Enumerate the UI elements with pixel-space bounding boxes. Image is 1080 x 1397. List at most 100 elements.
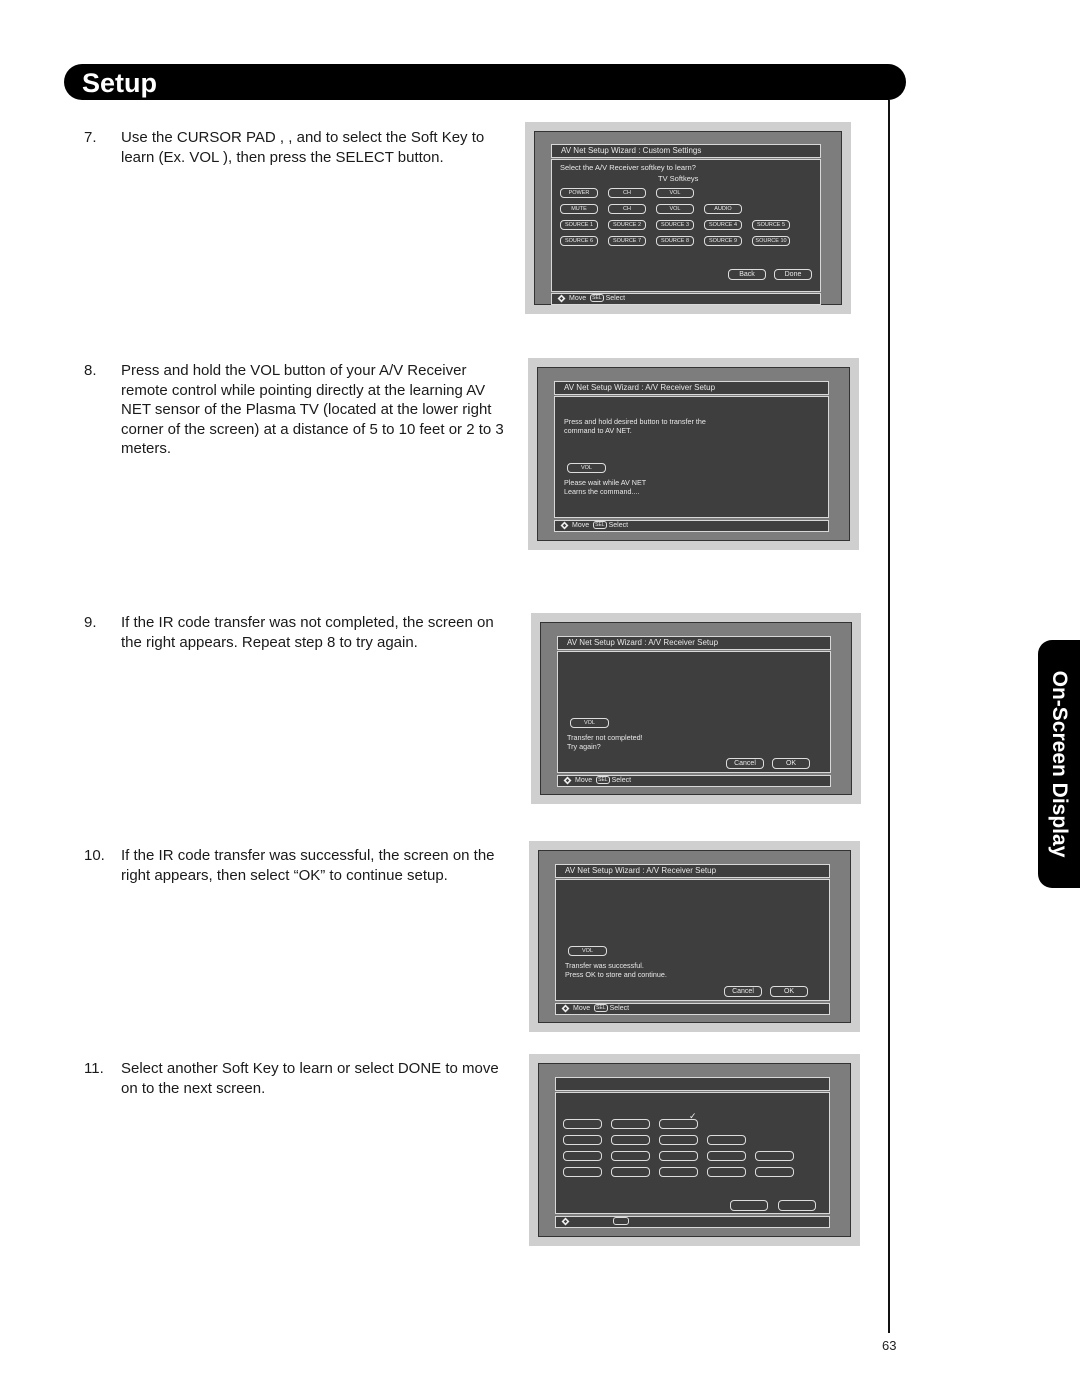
tv-screen: AV Net Setup Wizard : A/V Receiver Setup… (537, 367, 850, 541)
message-line-1: Transfer not completed! (567, 733, 643, 742)
softkey-source-4[interactable]: SOURCE 4 (704, 220, 742, 230)
step-text: If the IR code transfer was successful, … (121, 847, 495, 884)
step-number: 11. (84, 1060, 104, 1077)
sel-icon (613, 1217, 629, 1226)
cancel-button[interactable]: Cancel (724, 986, 762, 997)
sel-icon: SEL (593, 521, 607, 530)
section-title: Setup (82, 68, 158, 98)
softkey[interactable] (755, 1151, 794, 1161)
back-button[interactable]: Back (728, 269, 766, 280)
step-text: Select another Soft Key to learn or sele… (121, 1060, 499, 1097)
side-tab-label: On-Screen Display (1048, 670, 1071, 858)
step-8: 8. Press and hold the VOL button of your … (84, 361, 514, 459)
screenshot-learning: AV Net Setup Wizard : A/V Receiver Setup… (528, 358, 859, 550)
step-number: 9. (84, 614, 97, 631)
softkey[interactable] (563, 1151, 602, 1161)
softkey-source-3[interactable]: SOURCE 3 (656, 220, 694, 230)
softkey[interactable] (563, 1167, 602, 1177)
step-7: 7. Use the CURSOR PAD , , and to select t… (84, 128, 514, 167)
cancel-button[interactable]: Cancel (726, 758, 764, 769)
move-hint: Move (572, 522, 590, 529)
checkmark-icon: ✓ (689, 1111, 697, 1121)
osd-title: AV Net Setup Wizard : A/V Receiver Setup (555, 864, 830, 878)
select-hint: Select (608, 522, 629, 529)
ok-button[interactable]: OK (770, 986, 808, 997)
done-button[interactable]: Done (774, 269, 812, 280)
dpad-icon (557, 294, 566, 303)
softkey[interactable] (707, 1135, 746, 1145)
message-line-2: Try again? (567, 742, 601, 751)
softkey-source-10[interactable]: SOURCE 10 (752, 236, 790, 246)
osd-footer: Move SEL Select (554, 520, 829, 532)
dpad-icon (560, 521, 569, 530)
select-hint: Select (611, 777, 632, 784)
softkey[interactable] (611, 1119, 650, 1129)
softkey[interactable] (563, 1135, 602, 1145)
done-button[interactable] (778, 1200, 816, 1211)
softkey-source-5[interactable]: SOURCE 5 (752, 220, 790, 230)
softkey-power[interactable]: POWER (560, 188, 598, 198)
osd-footer: Move SEL Select (555, 1003, 830, 1015)
screenshot-transfer-success: AV Net Setup Wizard : A/V Receiver Setup… (529, 841, 860, 1032)
osd-body: Select the A/V Receiver softkey to learn… (551, 159, 821, 292)
screenshot-softkey-learned: ✓ (529, 1054, 860, 1246)
softkey-ch-down[interactable]: CH (608, 204, 646, 214)
osd-title: AV Net Setup Wizard : A/V Receiver Setup (554, 381, 829, 395)
ok-button[interactable]: OK (772, 758, 810, 769)
osd-title: AV Net Setup Wizard : A/V Receiver Setup (557, 636, 831, 650)
step-9: 9. If the IR code transfer was not comple… (84, 613, 514, 652)
softkey[interactable] (563, 1119, 602, 1129)
osd-footer (555, 1216, 830, 1228)
softkey[interactable] (611, 1151, 650, 1161)
softkey-vol-up[interactable]: VOL (656, 188, 694, 198)
step-text: Press and hold the VOL button of your A/… (121, 362, 504, 457)
select-hint: Select (605, 295, 626, 302)
softkey-source-9[interactable]: SOURCE 9 (704, 236, 742, 246)
message-line-1: Transfer was successful. (565, 961, 644, 970)
dpad-icon (563, 776, 572, 785)
softkey[interactable] (659, 1151, 698, 1161)
softkey[interactable] (707, 1167, 746, 1177)
softkey-ch-up[interactable]: CH (608, 188, 646, 198)
move-hint: Move (573, 1005, 591, 1012)
step-number: 10. (84, 847, 105, 864)
softkey[interactable] (755, 1167, 794, 1177)
softkey-source-8[interactable]: SOURCE 8 (656, 236, 694, 246)
instruction-line-1: Press and hold desired button to transfe… (564, 417, 706, 426)
tv-screen: AV Net Setup Wizard : A/V Receiver Setup… (540, 622, 852, 795)
softkey-source-7[interactable]: SOURCE 7 (608, 236, 646, 246)
osd-body: VOL Transfer was successful. Press OK to… (555, 879, 830, 1001)
section-header: Setup (64, 64, 906, 100)
sel-icon: SEL (596, 776, 610, 785)
dpad-icon (561, 1004, 570, 1013)
osd-title (555, 1077, 830, 1091)
back-button[interactable] (730, 1200, 768, 1211)
step-number: 8. (84, 362, 97, 379)
message-line-2: Press OK to store and continue. (565, 970, 667, 979)
softkey-source-2[interactable]: SOURCE 2 (608, 220, 646, 230)
step-10: 10. If the IR code transfer was successfu… (84, 846, 514, 885)
vol-key: VOL (567, 463, 606, 473)
softkey-mute[interactable]: MUTE (560, 204, 598, 214)
softkey[interactable] (659, 1167, 698, 1177)
osd-title: AV Net Setup Wizard : Custom Settings (551, 144, 821, 158)
move-hint: Move (569, 295, 587, 302)
dpad-icon (561, 1217, 570, 1226)
softkey-audio[interactable]: AUDIO (704, 204, 742, 214)
osd-prompt: Select the A/V Receiver softkey to learn… (560, 163, 696, 172)
softkey[interactable] (611, 1135, 650, 1145)
screenshot-custom-settings: AV Net Setup Wizard : Custom Settings Se… (525, 122, 851, 314)
step-number: 7. (84, 129, 97, 146)
osd-footer: Move SEL Select (551, 293, 821, 305)
softkey-source-6[interactable]: SOURCE 6 (560, 236, 598, 246)
softkey-vol-down[interactable]: VOL (656, 204, 694, 214)
softkey[interactable] (707, 1151, 746, 1161)
softkey[interactable] (611, 1167, 650, 1177)
sel-icon: SEL (590, 294, 604, 303)
osd-body: Press and hold desired button to transfe… (554, 396, 829, 518)
softkey-source-1[interactable]: SOURCE 1 (560, 220, 598, 230)
osd-subtitle: TV Softkeys (658, 174, 699, 183)
softkey[interactable] (659, 1135, 698, 1145)
move-hint: Move (575, 777, 593, 784)
osd-body: VOL Transfer not completed! Try again? C… (557, 651, 831, 773)
